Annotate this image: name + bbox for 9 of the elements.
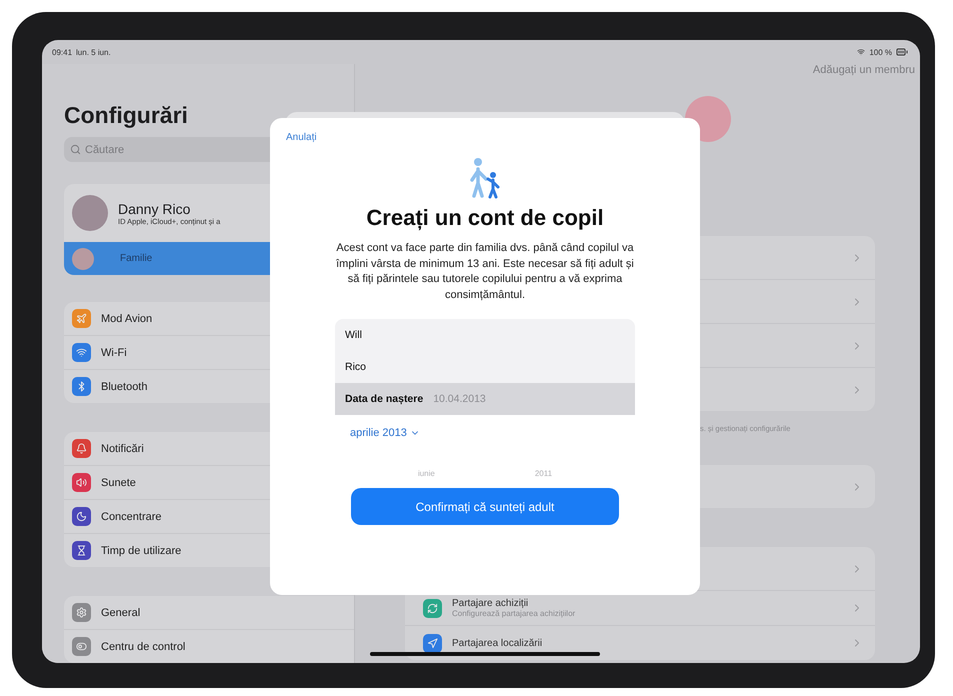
row-subtitle: Configurează partajarea achizițiilor (452, 609, 576, 618)
status-time: 09:41 (52, 48, 72, 56)
row-title: Partajare achiziții (452, 598, 530, 609)
battery-percent: 100 % (869, 48, 892, 56)
status-date: lun. 5 iun. (76, 48, 111, 56)
sidebar-title: Configurări (64, 102, 189, 129)
modal-title: Creați un cont de copil (366, 205, 604, 231)
modal-description: Acest cont va face parte din familia dvs. până când copilul va împlini vârsta de minimum 13 ani. Este necesar să fiți adult și să fiți părintele sau tutorele copilului pentru a vă exprima consimțământul. (335, 241, 635, 302)
row-title: Partajarea localizării (452, 638, 542, 648)
